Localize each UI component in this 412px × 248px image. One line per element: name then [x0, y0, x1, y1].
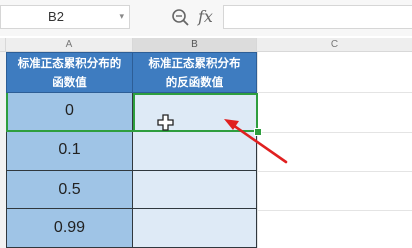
column-header-a[interactable]: A [6, 38, 133, 52]
cell-b5[interactable] [133, 209, 257, 248]
row-selection-indicator [6, 93, 133, 132]
header-b-line-1: 标准正态累积分布 [148, 56, 241, 70]
cell-b3[interactable] [133, 131, 257, 171]
cell-b4[interactable] [133, 171, 257, 209]
fill-handle[interactable] [254, 128, 262, 136]
dropdown-caret-icon[interactable]: ▾ [119, 6, 124, 28]
column-header-c[interactable]: C [257, 38, 412, 52]
gridline [257, 210, 412, 211]
header-b-line-2: 的反函数值 [165, 75, 224, 89]
gridline [257, 52, 258, 248]
cell-b1-header[interactable]: 标准正态累积分布 的反函数值 [133, 52, 257, 93]
formula-input[interactable] [223, 5, 412, 29]
fx-icon[interactable]: fx [198, 5, 213, 29]
header-a-line-2: 函数值 [52, 75, 87, 89]
cell-a1-header[interactable]: 标准正态累积分布的 函数值 [6, 52, 133, 93]
cell-a3[interactable]: 0.1 [6, 131, 133, 171]
zoom-icon[interactable] [171, 8, 191, 28]
formula-bar: B2 ▾ fx [0, 0, 412, 36]
column-header-b[interactable]: B [133, 38, 257, 52]
selected-cell-outline [133, 93, 258, 132]
header-a-line-1: 标准正态累积分布的 [17, 56, 122, 70]
name-box[interactable]: B2 ▾ [0, 5, 130, 29]
cell-a4[interactable]: 0.5 [6, 171, 133, 209]
gridline [257, 132, 412, 133]
cell-a5[interactable]: 0.99 [6, 209, 133, 248]
name-box-value: B2 [48, 9, 64, 24]
gridline [257, 171, 412, 172]
gridline [257, 92, 412, 93]
cell-cursor-icon [157, 114, 174, 131]
